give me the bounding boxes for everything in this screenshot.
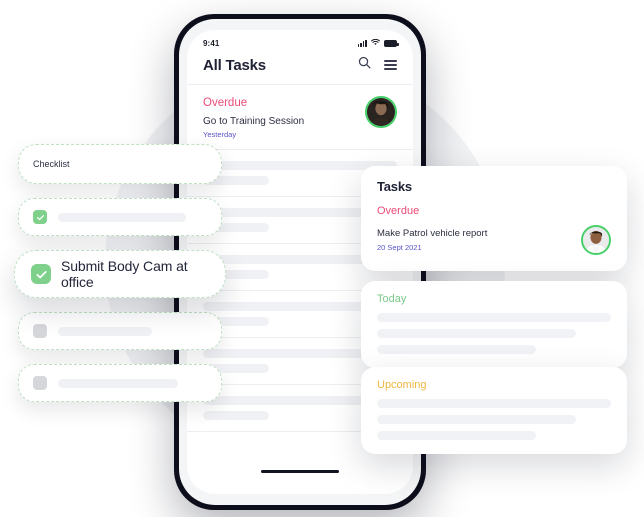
checkbox-checked-icon[interactable] xyxy=(33,210,47,224)
avatar[interactable] xyxy=(365,96,397,128)
skeleton-bar xyxy=(377,345,537,354)
list-item[interactable] xyxy=(18,364,222,402)
skeleton-bar xyxy=(377,313,611,322)
checkbox-unchecked-icon[interactable] xyxy=(33,324,47,338)
upcoming-panel-label: Upcoming xyxy=(377,379,427,391)
signal-icon xyxy=(357,39,367,47)
list-item-highlighted[interactable]: Submit Body Cam at office xyxy=(14,250,226,298)
checkbox-checked-icon[interactable] xyxy=(31,264,51,284)
tasks-panel-task-title: Make Patrol vehicle report xyxy=(377,228,488,239)
tasks-panel-texts: Make Patrol vehicle report 20 Sept 2021 xyxy=(377,228,487,252)
status-bar-time: 9:41 xyxy=(203,38,220,48)
header-actions xyxy=(358,56,397,74)
list-item[interactable] xyxy=(18,198,222,236)
wifi-icon xyxy=(371,38,380,48)
tasks-panel: Tasks Overdue Make Patrol vehicle report… xyxy=(361,166,627,271)
skeleton-bar xyxy=(58,212,186,222)
list-item[interactable] xyxy=(18,312,222,350)
tasks-panel-row[interactable]: Make Patrol vehicle report 20 Sept 2021 xyxy=(377,225,611,255)
phone-overdue-texts: Overdue Go to Training Session Yesterday xyxy=(203,96,304,139)
phone-task-date: Yesterday xyxy=(203,130,237,139)
checkbox-unchecked-icon[interactable] xyxy=(33,376,47,390)
search-icon[interactable] xyxy=(358,56,371,74)
checklist-header-card: Checklist xyxy=(18,144,222,184)
checklist-title: Checklist xyxy=(33,159,70,169)
skeleton-bar xyxy=(377,431,537,440)
today-panel: Today xyxy=(361,281,627,368)
upcoming-panel: Upcoming xyxy=(361,367,627,454)
avatar[interactable] xyxy=(581,225,611,255)
phone-overdue-task[interactable]: Overdue Go to Training Session Yesterday xyxy=(187,85,413,150)
skeleton-bar xyxy=(58,378,178,388)
app-header: All Tasks xyxy=(187,52,413,85)
status-bar-icons xyxy=(357,38,399,48)
skeleton-bar xyxy=(377,415,576,424)
phone-task-title: Go to Training Session xyxy=(203,116,305,127)
tasks-panel-task-date: 20 Sept 2021 xyxy=(377,243,422,252)
status-bar: 9:41 xyxy=(187,30,413,52)
checklist-panel: Checklist Submit Body Cam at office xyxy=(14,144,226,416)
page-title: All Tasks xyxy=(203,56,266,74)
today-panel-label: Today xyxy=(377,293,407,305)
skeleton-bar xyxy=(377,329,576,338)
hamburger-menu-icon[interactable] xyxy=(384,60,397,70)
phone-overdue-label: Overdue xyxy=(203,97,248,109)
screenshot-root: 9:41 All Tasks Overdue Go to Training Se… xyxy=(0,0,644,517)
tasks-panel-overdue-label: Overdue xyxy=(377,205,420,217)
battery-icon xyxy=(384,39,399,47)
tasks-panel-title: Tasks xyxy=(377,179,412,194)
home-indicator xyxy=(261,469,339,473)
skeleton-bar xyxy=(58,326,152,336)
checklist-item-label: Submit Body Cam at office xyxy=(61,258,188,290)
skeleton-bar xyxy=(377,399,611,408)
